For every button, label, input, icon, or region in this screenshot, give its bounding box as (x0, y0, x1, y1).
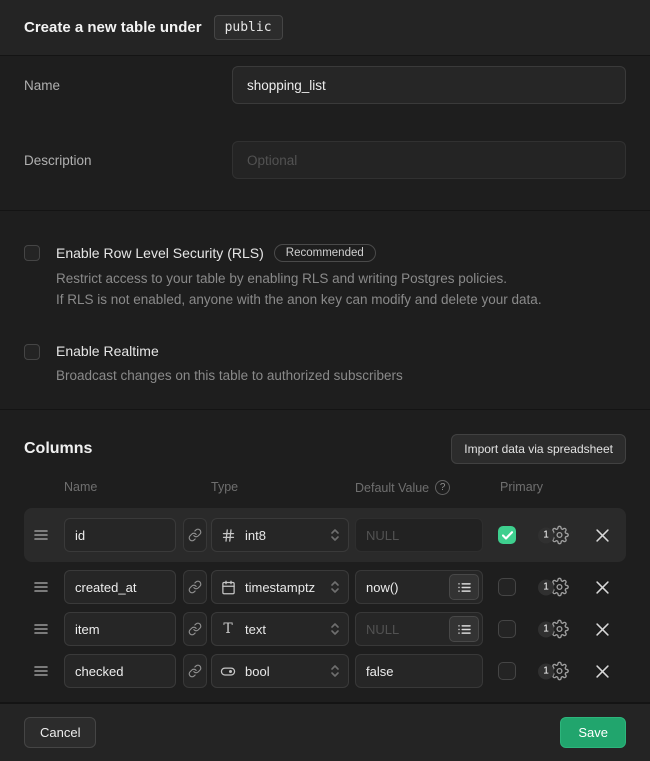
column-settings-button[interactable]: 1 (538, 662, 569, 681)
create-table-dialog: Create a new table under public Name Des… (0, 0, 650, 761)
remove-column-button[interactable] (592, 577, 612, 597)
foreign-key-link-button[interactable] (183, 518, 207, 552)
foreign-key-link-button[interactable] (183, 612, 207, 646)
bool-toggle-icon (220, 664, 236, 679)
remove-column-button[interactable] (592, 619, 612, 639)
default-value-field (355, 612, 483, 646)
table-options-section: Enable Row Level Security (RLS) Recommen… (0, 211, 650, 410)
schema-badge: public (214, 15, 283, 40)
header-type: Type (211, 480, 238, 494)
drag-handle-icon[interactable] (34, 664, 50, 678)
cancel-button[interactable]: Cancel (24, 717, 96, 748)
realtime-description: Broadcast changes on this table to autho… (56, 366, 403, 387)
drag-handle-icon[interactable] (34, 580, 50, 594)
dialog-header: Create a new table under public (0, 0, 650, 56)
hash-icon (221, 528, 236, 543)
table-info-section: Name Description (0, 56, 650, 211)
drag-handle-icon[interactable] (34, 622, 50, 636)
default-value-menu-button[interactable] (449, 616, 479, 642)
default-value-input[interactable] (355, 518, 483, 552)
column-settings-button[interactable]: 1 (538, 620, 569, 639)
type-label: bool (245, 664, 270, 679)
primary-checkbox[interactable] (498, 620, 516, 638)
text-type-icon: T (223, 621, 232, 637)
primary-checkbox[interactable] (498, 578, 516, 596)
column-name-input[interactable] (64, 654, 176, 688)
type-icon (220, 528, 236, 543)
header-primary: Primary (500, 480, 543, 494)
import-spreadsheet-button[interactable]: Import data via spreadsheet (451, 434, 626, 464)
column-type-select[interactable]: T text (211, 612, 349, 646)
chevron-up-down-icon (330, 621, 340, 637)
primary-checkbox[interactable] (498, 662, 516, 680)
remove-column-button[interactable] (592, 661, 612, 681)
foreign-key-link-button[interactable] (183, 570, 207, 604)
rls-checkbox[interactable] (24, 245, 40, 261)
column-row: bool 1 (24, 654, 626, 688)
type-label: text (245, 622, 266, 637)
foreign-key-link-button[interactable] (183, 654, 207, 688)
settings-count-badge: 1 (538, 621, 554, 637)
type-label: int8 (245, 528, 266, 543)
column-row: int8 1 (24, 508, 626, 562)
columns-table-header: Name Type Default Value ? Primary (24, 480, 626, 496)
default-value-input[interactable] (355, 654, 483, 688)
columns-title: Columns (24, 440, 92, 458)
realtime-checkbox[interactable] (24, 344, 40, 360)
column-type-select[interactable]: timestamptz (211, 570, 349, 604)
remove-column-button[interactable] (592, 525, 612, 545)
default-value-menu-button[interactable] (449, 574, 479, 600)
primary-checkbox[interactable] (498, 526, 516, 544)
column-row: T text 1 (24, 612, 626, 646)
help-circle-icon[interactable]: ? (435, 480, 450, 495)
type-icon: T (220, 621, 236, 637)
rls-label: Enable Row Level Security (RLS) (56, 245, 264, 261)
realtime-option: Enable Realtime Broadcast changes on thi… (24, 343, 626, 387)
chevron-up-down-icon (330, 663, 340, 679)
column-type-select[interactable]: bool (211, 654, 349, 688)
column-settings-button[interactable]: 1 (538, 526, 569, 545)
column-name-input[interactable] (64, 612, 176, 646)
chevron-up-down-icon (330, 527, 340, 543)
default-value-field (355, 570, 483, 604)
table-name-input[interactable] (232, 66, 626, 104)
description-label: Description (24, 141, 232, 179)
column-name-input[interactable] (64, 518, 176, 552)
header-default-value: Default Value (355, 481, 429, 495)
rls-description: Restrict access to your table by enablin… (56, 269, 542, 311)
default-value-field (355, 518, 483, 552)
column-settings-button[interactable]: 1 (538, 578, 569, 597)
column-rows: int8 1 (24, 508, 626, 688)
header-name: Name (64, 480, 97, 494)
settings-count-badge: 1 (538, 663, 554, 679)
drag-handle-icon[interactable] (34, 528, 50, 542)
settings-count-badge: 1 (538, 579, 554, 595)
chevron-up-down-icon (330, 579, 340, 595)
column-row: timestamptz 1 (24, 570, 626, 604)
rls-option: Enable Row Level Security (RLS) Recommen… (24, 244, 626, 311)
calendar-icon (221, 580, 236, 595)
realtime-label: Enable Realtime (56, 343, 159, 359)
column-type-select[interactable]: int8 (211, 518, 349, 552)
recommended-badge: Recommended (274, 244, 376, 262)
save-button[interactable]: Save (560, 717, 626, 748)
dialog-title: Create a new table under (24, 19, 202, 36)
column-name-input[interactable] (64, 570, 176, 604)
default-value-field (355, 654, 483, 688)
table-description-input[interactable] (232, 141, 626, 179)
columns-section: Columns Import data via spreadsheet Name… (0, 410, 650, 703)
type-icon (220, 664, 236, 679)
type-icon (220, 580, 236, 595)
dialog-footer: Cancel Save (0, 703, 650, 761)
settings-count-badge: 1 (538, 527, 554, 543)
name-label: Name (24, 66, 232, 104)
type-label: timestamptz (245, 580, 315, 595)
